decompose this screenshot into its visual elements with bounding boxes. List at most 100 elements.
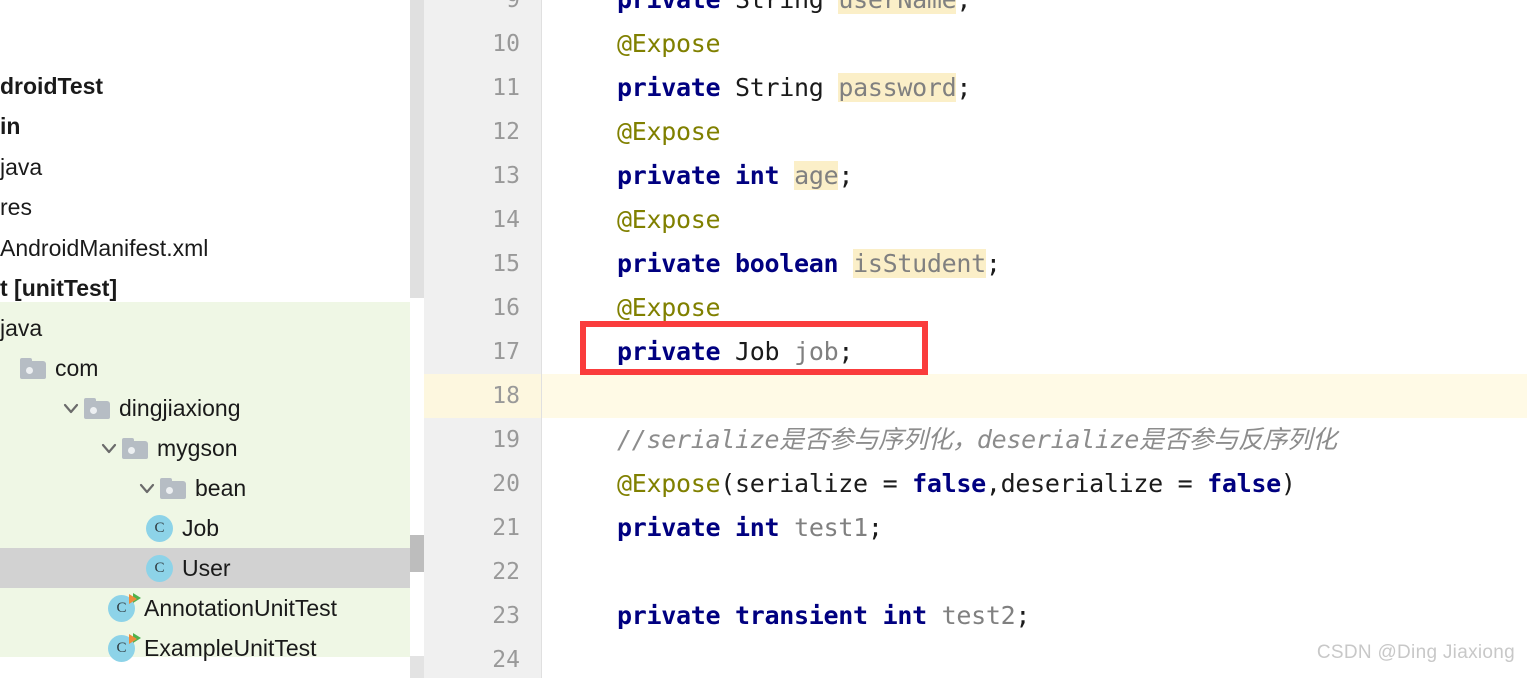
line-number[interactable]: 18 xyxy=(424,374,520,418)
code-line-text[interactable]: @Expose xyxy=(558,110,721,154)
code-line[interactable]: 17 private Job job; xyxy=(424,330,1527,374)
code-line[interactable]: 13 private int age; xyxy=(424,154,1527,198)
code-editor[interactable]: 9 private String userName;10 @Expose11 p… xyxy=(424,0,1527,678)
sidebar-scrollbar-marker[interactable] xyxy=(410,535,424,572)
code-line[interactable]: 14 @Expose xyxy=(424,198,1527,242)
chevron-down-icon[interactable] xyxy=(96,435,122,461)
tree-item-job[interactable]: C Job xyxy=(0,508,410,548)
code-line[interactable]: 9 private String userName; xyxy=(424,0,1527,22)
code-token-plain: Job xyxy=(735,337,780,366)
line-number[interactable]: 23 xyxy=(424,594,520,638)
line-number[interactable]: 15 xyxy=(424,242,520,286)
line-number[interactable]: 16 xyxy=(424,286,520,330)
folder-icon xyxy=(122,437,148,459)
code-token-punct: ; xyxy=(838,337,854,366)
chevron-down-icon[interactable] xyxy=(134,475,160,501)
line-number[interactable]: 10 xyxy=(424,22,520,66)
folder-icon xyxy=(84,397,110,419)
code-token-punct: ; xyxy=(867,513,883,542)
code-line[interactable]: 10 @Expose xyxy=(424,22,1527,66)
code-line[interactable]: 11 private String password; xyxy=(424,66,1527,110)
tree-item-dingjiaxiong[interactable]: dingjiaxiong xyxy=(0,388,410,428)
code-line[interactable]: 21 private int test1; xyxy=(424,506,1527,550)
line-number[interactable]: 9 xyxy=(424,0,520,22)
sidebar-scrollbar-thumb[interactable] xyxy=(410,0,424,298)
ide-window: droidTest in java res AndroidManifest.xml t [… xyxy=(0,0,1527,678)
chevron-down-icon[interactable] xyxy=(58,395,84,421)
code-token-punct: = xyxy=(1162,469,1208,498)
code-line[interactable]: 12 @Expose xyxy=(424,110,1527,154)
code-line-text[interactable]: private boolean isStudent; xyxy=(558,242,1001,286)
line-number[interactable]: 17 xyxy=(424,330,520,374)
sidebar-scrollbar-marker-lower[interactable] xyxy=(410,656,424,678)
line-number[interactable]: 22 xyxy=(424,550,520,594)
code-line[interactable]: 22 xyxy=(424,550,1527,594)
tree-item-label: t [unitTest] xyxy=(0,274,118,301)
tree-item-label: droidTest xyxy=(0,72,104,99)
line-number[interactable]: 11 xyxy=(424,66,520,110)
line-number[interactable]: 21 xyxy=(424,506,520,550)
tree-item-bean[interactable]: bean xyxy=(0,468,410,508)
code-line-text[interactable]: private String userName; xyxy=(558,0,971,22)
tree-item-in[interactable]: in xyxy=(0,106,410,146)
tree-item-user[interactable]: C User xyxy=(0,548,410,588)
tree-item-annotationunittest[interactable]: C AnnotationUnitTest xyxy=(0,588,410,628)
tree-item-label: AnnotationUnitTest xyxy=(144,594,338,621)
code-token-kw: int xyxy=(735,161,780,190)
code-token-kw: false xyxy=(1207,469,1281,498)
code-line-text[interactable]: private transient int test2; xyxy=(558,594,1030,638)
code-line-text[interactable]: //serialize是否参与序列化，deserialize是否参与反序列化 xyxy=(558,418,1337,462)
code-line[interactable]: 16 @Expose xyxy=(424,286,1527,330)
code-line[interactable]: 23 private transient int test2; xyxy=(424,594,1527,638)
line-number[interactable]: 12 xyxy=(424,110,520,154)
line-number[interactable]: 14 xyxy=(424,198,520,242)
tree-item-androidmanifest-xml[interactable]: AndroidManifest.xml xyxy=(0,228,410,268)
code-token-kw: transient xyxy=(735,601,868,630)
code-line[interactable]: 15 private boolean isStudent; xyxy=(424,242,1527,286)
class-icon: C xyxy=(146,514,173,542)
tree-item-com[interactable]: com xyxy=(0,348,410,388)
line-number[interactable]: 19 xyxy=(424,418,520,462)
code-line-text[interactable]: private int age; xyxy=(558,154,853,198)
tree-item-java[interactable]: java xyxy=(0,308,410,348)
code-token-anno: @Expose xyxy=(617,29,721,58)
code-line[interactable]: 18 xyxy=(424,374,1527,418)
code-line[interactable]: 20 @Expose(serialize = false,deserialize… xyxy=(424,462,1527,506)
tree-item-exampleunittest[interactable]: C ExampleUnitTest xyxy=(0,628,410,668)
tree-item-mygson[interactable]: mygson xyxy=(0,428,410,468)
code-line-text[interactable]: private Job job; xyxy=(558,330,853,374)
line-number[interactable]: 24 xyxy=(424,638,520,678)
code-token-kw: private xyxy=(617,601,721,630)
tree-item-label: Job xyxy=(182,514,220,541)
code-line-text[interactable]: @Expose(serialize = false,deserialize = … xyxy=(558,462,1296,506)
tree-item-t-unittest-[interactable]: t [unitTest] xyxy=(0,268,410,308)
code-line-text[interactable]: @Expose xyxy=(558,22,721,66)
code-line-text[interactable]: private int test1; xyxy=(558,506,883,550)
line-number[interactable]: 20 xyxy=(424,462,520,506)
class-icon: C xyxy=(146,554,173,582)
tree-item-droidtest[interactable]: droidTest xyxy=(0,66,410,106)
code-line[interactable]: 19 //serialize是否参与序列化，deserialize是否参与反序列… xyxy=(424,418,1527,462)
code-token-plain: deserialize xyxy=(1000,469,1164,498)
code-token-kw: private xyxy=(617,161,721,190)
code-line-text[interactable]: private String password; xyxy=(558,66,971,110)
tree-item-java[interactable]: java xyxy=(0,147,410,187)
code-token-anno: @Expose xyxy=(617,293,721,322)
code-line-text[interactable]: @Expose xyxy=(558,286,721,330)
line-number[interactable]: 13 xyxy=(424,154,520,198)
tree-item-label: ExampleUnitTest xyxy=(144,634,317,661)
project-tree-panel[interactable]: droidTest in java res AndroidManifest.xml t [… xyxy=(0,0,410,678)
code-line-text[interactable]: @Expose xyxy=(558,198,721,242)
tree-item-res[interactable]: res xyxy=(0,187,410,227)
